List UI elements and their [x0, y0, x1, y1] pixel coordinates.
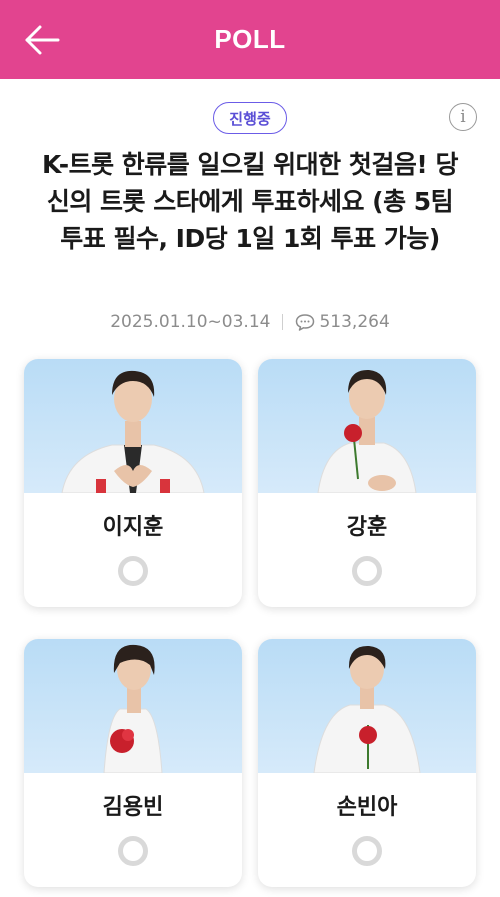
comment-icon [296, 314, 315, 331]
candidate-name: 강훈 [346, 515, 388, 540]
candidate-name: 김용빈 [102, 795, 164, 820]
candidate-name: 손빈아 [336, 795, 398, 820]
vote-radio[interactable] [352, 556, 382, 586]
poll-meta: 2025.01.10~03.14 513,264 [0, 312, 500, 332]
candidate-name: 이지훈 [102, 515, 164, 540]
candidate-photo [24, 639, 242, 773]
vote-radio[interactable] [352, 836, 382, 866]
divider [282, 314, 284, 330]
candidate-card[interactable]: 김용빈 [24, 639, 242, 887]
status-badge: 진행중 [213, 102, 287, 134]
vote-count: 513,264 [319, 312, 390, 332]
date-range: 2025.01.10~03.14 [110, 312, 271, 332]
info-icon[interactable]: i [449, 103, 477, 131]
candidate-photo [24, 359, 242, 493]
app-header: POLL [0, 0, 500, 79]
vote-radio[interactable] [118, 556, 148, 586]
arrow-left-icon [25, 25, 60, 55]
page-title: POLL [214, 24, 286, 54]
back-button[interactable] [22, 22, 62, 58]
candidate-photo [258, 359, 476, 493]
candidate-photo [258, 639, 476, 773]
candidate-card[interactable]: 손빈아 [258, 639, 476, 887]
candidate-card[interactable]: 이지훈 [24, 359, 242, 607]
candidate-card[interactable]: 강훈 [258, 359, 476, 607]
vote-radio[interactable] [118, 836, 148, 866]
poll-title: K-트롯 한류를 일으킬 위대한 첫걸음! 당신의 트롯 스타에게 투표하세요 … [42, 150, 459, 253]
